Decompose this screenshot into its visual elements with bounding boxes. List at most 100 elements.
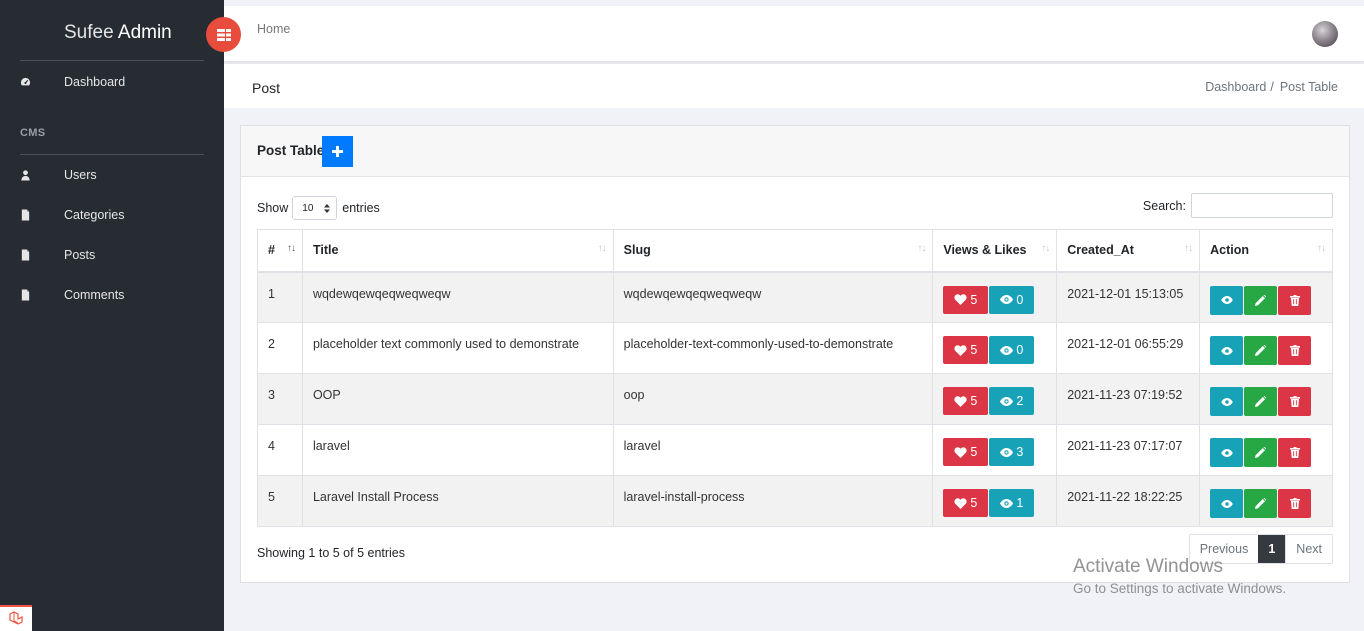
cell-created-at: 2021-12-01 15:13:05 — [1056, 271, 1201, 323]
cell-actions — [1199, 424, 1333, 476]
likes-count: 5 — [970, 445, 978, 459]
likes-badge[interactable]: 5 — [943, 285, 989, 314]
pencil-icon — [1255, 447, 1267, 458]
entries-label: entries — [342, 201, 380, 215]
views-badge[interactable]: 0 — [989, 336, 1035, 364]
sidebar-item-users[interactable]: Users — [0, 161, 224, 189]
edit-post-button[interactable] — [1244, 336, 1278, 365]
views-badge[interactable]: 0 — [989, 285, 1035, 314]
likes-badge[interactable]: 5 — [943, 387, 989, 415]
likes-badge[interactable]: 5 — [943, 438, 989, 466]
table-row: 4 laravel laravel 5 3 2021-11-23 07:17:07 — [257, 424, 1333, 476]
show-label: Show — [257, 201, 289, 215]
select-arrows-icon — [324, 203, 331, 213]
view-post-button[interactable] — [1210, 387, 1244, 416]
laravel-logo-icon — [0, 605, 32, 631]
likes-badge[interactable]: 5 — [943, 336, 989, 364]
search-input[interactable] — [1191, 193, 1333, 218]
eye-icon — [1000, 498, 1014, 508]
sidebar-item-categories[interactable]: Categories — [0, 201, 224, 229]
pagination-page-1[interactable]: 1 — [1258, 535, 1286, 563]
sort-asc-icon: ↑↓ — [286, 243, 296, 254]
sidebar-section-title: CMS — [20, 127, 46, 139]
cell-created-at: 2021-11-22 18:22:25 — [1056, 475, 1201, 527]
delete-post-button[interactable] — [1278, 438, 1312, 467]
pagination-previous[interactable]: Previous — [1189, 535, 1259, 563]
column-header-title[interactable]: Title ↑↓ — [301, 229, 614, 273]
pagination-next[interactable]: Next — [1285, 535, 1332, 563]
likes-count: 5 — [970, 343, 978, 357]
menu-toggle-button[interactable] — [206, 17, 241, 52]
page-title: Post — [252, 80, 281, 96]
search-control: Search: — [1143, 193, 1333, 218]
views-count: 0 — [1016, 343, 1024, 357]
column-header-views-likes[interactable]: Views & Likes ↑↓ — [932, 229, 1058, 273]
eye-icon — [1000, 295, 1014, 304]
plus-icon — [332, 146, 343, 157]
view-post-button[interactable] — [1210, 285, 1244, 315]
views-count: 0 — [1016, 292, 1024, 307]
sidebar-item-comments[interactable]: Comments — [0, 281, 224, 309]
post-table-card: Post Table Show 10 entries Search: # ↑↓ T… — [240, 125, 1350, 583]
column-header-id[interactable]: # ↑↓ — [257, 229, 303, 273]
brand-bold: Admin — [117, 22, 172, 43]
sidebar-item-label: Dashboard — [64, 75, 126, 89]
cell-created-at: 2021-12-01 06:55:29 — [1056, 322, 1201, 374]
column-header-action[interactable]: Action ↑↓ — [1199, 229, 1333, 273]
cell-actions — [1199, 271, 1333, 323]
breadcrumb-separator: / — [1270, 80, 1274, 94]
watermark-subtitle: Go to Settings to activate Windows. — [1073, 581, 1287, 596]
edit-post-button[interactable] — [1244, 285, 1278, 315]
table-row: 1 wqdewqewqeqweqweqw wqdewqewqeqweqweqw 5 0 2… — [257, 271, 1333, 323]
sidebar-item-label: Users — [64, 168, 97, 182]
edit-post-button[interactable] — [1244, 489, 1278, 518]
delete-post-button[interactable] — [1278, 387, 1312, 416]
brand-logo[interactable]: Sufee Admin — [64, 22, 172, 44]
eye-icon — [1220, 346, 1233, 355]
column-header-label: # — [268, 243, 275, 258]
search-label: Search: — [1142, 198, 1186, 213]
sidebar: Sufee Admin Dashboard CMS Users Categori… — [0, 0, 224, 631]
cell-id: 2 — [257, 322, 303, 374]
user-avatar[interactable] — [1312, 21, 1338, 47]
card-header: Post Table — [241, 126, 1349, 177]
views-badge[interactable]: 3 — [989, 438, 1035, 466]
delete-post-button[interactable] — [1278, 336, 1312, 365]
entries-length-select[interactable]: 10 — [292, 196, 338, 220]
cell-id: 3 — [257, 373, 303, 425]
delete-post-button[interactable] — [1278, 285, 1312, 315]
likes-badge[interactable]: 5 — [943, 489, 989, 517]
views-badge[interactable]: 2 — [989, 387, 1035, 415]
sidebar-item-label: Categories — [64, 208, 125, 222]
edit-post-button[interactable] — [1244, 438, 1278, 467]
table-row: 2 placeholder text commonly used to demon… — [257, 322, 1333, 374]
breadcrumb-dashboard-link[interactable]: Dashboard — [1205, 80, 1266, 94]
view-post-button[interactable] — [1210, 336, 1244, 365]
view-post-button[interactable] — [1210, 489, 1244, 518]
eye-icon — [1220, 397, 1233, 406]
sidebar-item-posts[interactable]: Posts — [0, 241, 224, 269]
column-header-created-at[interactable]: Created_At ↑↓ — [1056, 229, 1201, 273]
delete-post-button[interactable] — [1278, 489, 1312, 518]
table-header-row: # ↑↓ Title ↑↓ Slug ↑↓ Views & Likes ↑↓ Creat… — [257, 229, 1333, 273]
home-link[interactable]: Home — [257, 22, 290, 36]
eye-icon — [1220, 499, 1233, 508]
column-header-slug[interactable]: Slug ↑↓ — [612, 229, 934, 273]
cell-actions — [1199, 373, 1333, 425]
add-post-button[interactable] — [322, 136, 353, 167]
file-icon — [21, 209, 30, 221]
sidebar-item-dashboard[interactable]: Dashboard — [0, 68, 224, 96]
column-header-label: Action — [1210, 243, 1249, 258]
pencil-icon — [1255, 396, 1267, 407]
cell-slug: placeholder-text-commonly-used-to-demons… — [612, 322, 934, 374]
view-post-button[interactable] — [1210, 438, 1244, 467]
brand-light: Sufee — [64, 22, 114, 43]
eye-icon — [1220, 448, 1233, 457]
cell-title: Laravel Install Process — [301, 475, 614, 527]
cell-views-likes: 51 — [932, 475, 1058, 527]
heart-icon — [954, 344, 967, 356]
views-badge[interactable]: 1 — [989, 489, 1035, 517]
cell-title: placeholder text commonly used to demons… — [301, 322, 614, 374]
edit-post-button[interactable] — [1244, 387, 1278, 416]
cell-title: OOP — [301, 373, 614, 425]
